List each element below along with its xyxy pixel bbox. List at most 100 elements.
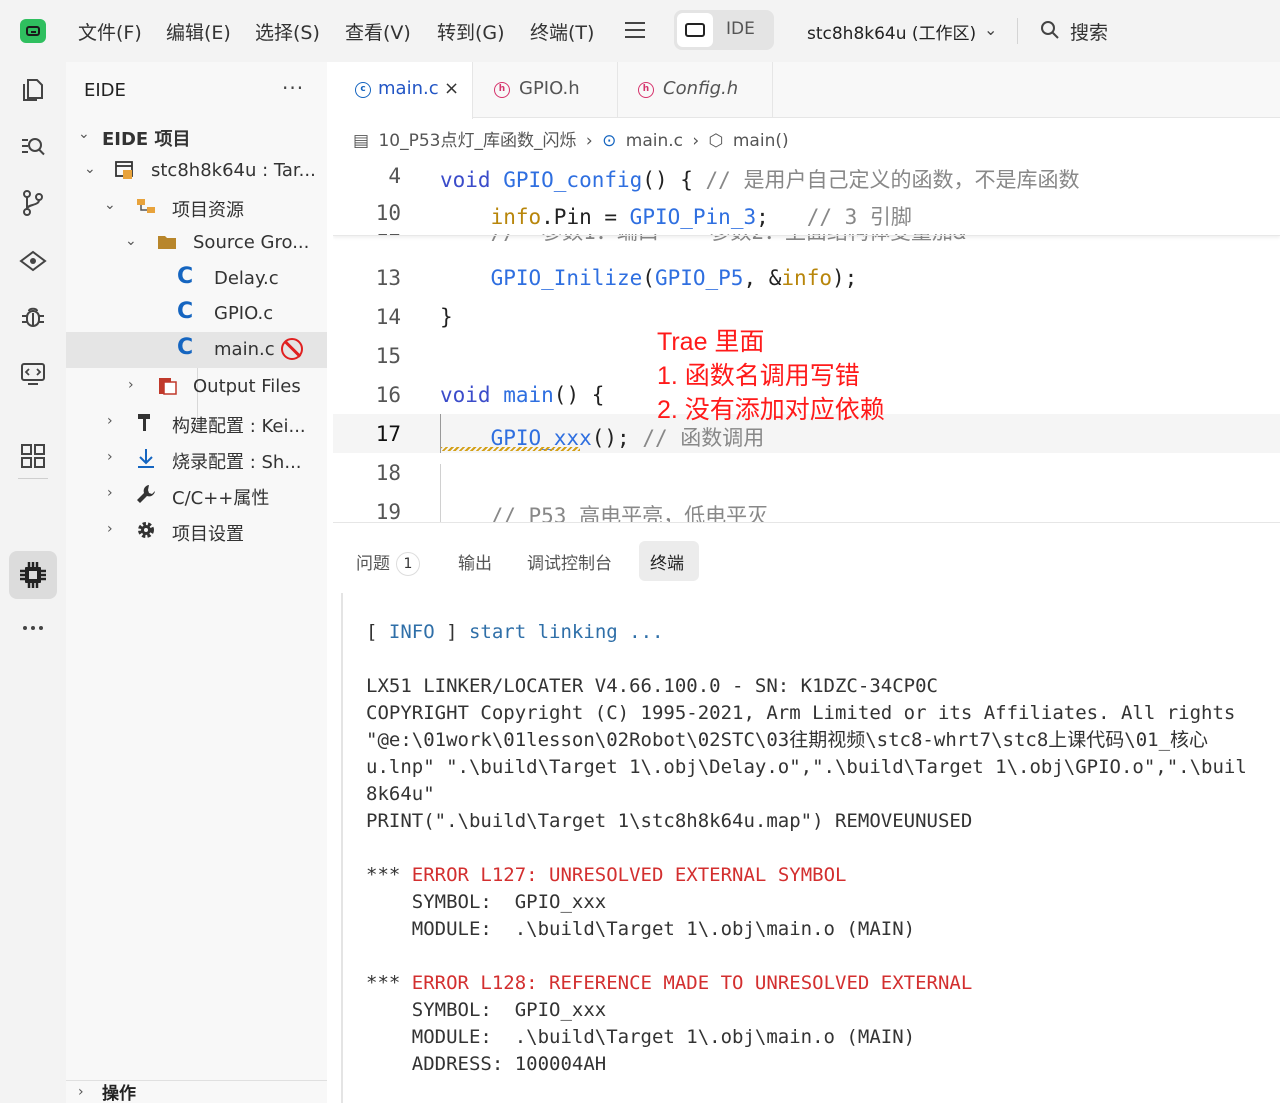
tree-file-gpio-c[interactable]: C GPIO.c: [66, 296, 327, 332]
tree-flash-config[interactable]: › 烧录配置 : Sh...: [66, 441, 327, 477]
chevron-right-icon[interactable]: ›: [128, 377, 134, 393]
tree-build-config[interactable]: › 构建配置 : Kei...: [66, 405, 327, 441]
title-bar: 文件(F) 编辑(E) 选择(S) 查看(V) 转到(G) 终端(T) IDE …: [0, 0, 1280, 62]
debug-bug-icon[interactable]: [19, 303, 47, 331]
tree-source-group[interactable]: ⌄ Source Gro...: [66, 225, 327, 261]
code-token: GPIO_Inilize: [490, 266, 643, 290]
search-panel-icon[interactable]: [19, 132, 47, 160]
code-line[interactable]: 13 GPIO_Inilize(GPIO_P5, &info);: [333, 258, 1280, 297]
code-line[interactable]: 18: [333, 453, 1280, 492]
close-icon[interactable]: ×: [444, 78, 459, 99]
tree-cpp-properties[interactable]: › C/C++属性: [66, 477, 327, 513]
chevron-right-icon[interactable]: ›: [107, 413, 113, 429]
tree-eide-project[interactable]: ⌄ EIDE 项目: [66, 118, 327, 154]
sidebar-title: EIDE: [84, 80, 126, 101]
annotation-line: 2. 没有添加对应依赖: [657, 396, 885, 424]
resources-icon: [137, 199, 155, 213]
menu-goto[interactable]: 转到(G): [437, 18, 505, 45]
c-file-icon: C: [177, 264, 194, 289]
chevron-right-icon[interactable]: ›: [107, 521, 113, 537]
code-token: .Pin =: [541, 205, 630, 229]
code-text: }: [440, 305, 453, 329]
code-line[interactable]: 4 void GPIO_config() { // 是用户自己定义的函数，不是库函…: [333, 158, 1280, 195]
tree-label: 烧录配置 : Sh...: [172, 452, 302, 473]
code-text: void GPIO_config() { // 是用户自己定义的函数，不是库函数: [440, 164, 1079, 194]
hamburger-menu-icon[interactable]: [625, 22, 645, 38]
code-token: , &: [743, 266, 782, 290]
code-text: info.Pin = GPIO_Pin_3; // 3 引脚: [440, 201, 912, 231]
chevron-down-icon[interactable]: ⌄: [78, 126, 90, 142]
tree-label: GPIO.c: [214, 303, 274, 324]
indent-guide: [440, 414, 441, 453]
tab-output[interactable]: 输出: [458, 549, 492, 574]
tree-label: 项目设置: [172, 524, 244, 545]
tab-config-h[interactable]: h Config.h: [618, 62, 773, 118]
breadcrumb-symbol[interactable]: main(): [733, 131, 789, 151]
extensions-eye-icon[interactable]: [19, 247, 47, 275]
tree-file-delay-c[interactable]: C Delay.c: [66, 261, 327, 297]
chevron-down-icon[interactable]: ⌄: [984, 20, 997, 39]
chevron-right-icon[interactable]: ›: [107, 449, 113, 465]
chat-mode-icon[interactable]: [677, 13, 713, 47]
tree-label: main.c: [214, 339, 275, 360]
tab-gpio-h[interactable]: h GPIO.h: [473, 62, 618, 118]
chevron-right-icon[interactable]: ›: [107, 485, 113, 501]
code-token: GPIO_Pin_3: [629, 205, 757, 229]
more-icon[interactable]: ···: [282, 76, 304, 100]
tree-label: Source Gro...: [193, 232, 310, 253]
search-icon[interactable]: [1040, 20, 1060, 40]
tree-project-resources[interactable]: ⌄ 项目资源: [66, 189, 327, 225]
search-button[interactable]: 搜索: [1070, 18, 1108, 45]
code-text: // P53 高电平亮，低电平灭: [440, 500, 769, 522]
grid-apps-icon[interactable]: [19, 442, 47, 470]
menu-terminal[interactable]: 终端(T): [530, 18, 594, 45]
breadcrumb-file[interactable]: main.c: [626, 131, 683, 151]
tab-debug-console[interactable]: 调试控制台: [527, 549, 612, 574]
warning-squiggle: [440, 447, 580, 451]
code-line[interactable]: 10 info.Pin = GPIO_Pin_3; // 3 引脚: [333, 193, 1280, 232]
tree-label: 构建配置 : Kei...: [172, 416, 306, 437]
chip-eide-icon[interactable]: [19, 561, 47, 589]
ide-mode-label[interactable]: IDE: [726, 19, 755, 39]
terminal-token: [: [366, 621, 389, 643]
tree-output-files[interactable]: › Output Files: [66, 369, 327, 405]
terminal-line: COPYRIGHT Copyright (C) 1995-2021, Arm L…: [366, 700, 1280, 727]
chevron-down-icon[interactable]: ⌄: [104, 197, 116, 213]
terminal-token: ***: [366, 972, 412, 994]
terminal-token: SYMBOL: GPIO_xxx: [366, 891, 607, 913]
remote-monitor-icon[interactable]: [19, 360, 47, 388]
terminal-line: *** ERROR L127: UNRESOLVED EXTERNAL SYMB…: [366, 862, 1280, 889]
terminal-line: "@e:\01work\01lesson\02Robot\02STC\03往期视…: [366, 727, 1280, 754]
mode-toggle[interactable]: IDE: [674, 10, 774, 50]
tab-problems[interactable]: 问题 1: [356, 549, 420, 576]
terminal-token: LX51 LINKER/LOCATER V4.66.100.0 - SN: K1…: [366, 675, 938, 697]
code-token: main: [503, 383, 554, 407]
breadcrumb-separator: ›: [585, 131, 593, 151]
editor-tabs: c main.c × h GPIO.h h Config.h: [333, 62, 1280, 119]
breadcrumb-folder[interactable]: 10_P53点灯_库函数_闪烁: [378, 131, 576, 151]
terminal-line: *** ERROR L128: REFERENCE MADE TO UNRESO…: [366, 970, 1280, 997]
code-token: // 3 引脚: [806, 205, 912, 229]
terminal-output[interactable]: [ INFO ] start linking ... LX51 LINKER/LO…: [366, 619, 1280, 1099]
tree-project-settings[interactable]: › 项目设置: [66, 513, 327, 549]
more-actions-icon[interactable]: [19, 614, 47, 642]
tree-target[interactable]: ⌄ stc8h8k64u : Tar...: [66, 153, 327, 189]
chevron-down-icon[interactable]: ⌄: [125, 233, 137, 249]
workspace-name[interactable]: stc8h8k64u (工作区): [807, 19, 976, 44]
tab-terminal[interactable]: 终端: [650, 549, 684, 574]
code-line[interactable]: 19 // P53 高电平亮，低电平灭: [333, 492, 1280, 522]
tree-label: C/C++属性: [172, 488, 270, 509]
source-control-icon[interactable]: [19, 189, 47, 217]
sidebar-section-actions[interactable]: › 操作: [66, 1080, 327, 1103]
no-entry-icon: [281, 338, 303, 360]
explorer-icon[interactable]: [19, 76, 47, 104]
menu-edit[interactable]: 编辑(E): [166, 18, 231, 45]
menu-file[interactable]: 文件(F): [78, 18, 142, 45]
chevron-right-icon[interactable]: ›: [78, 1084, 84, 1100]
chevron-down-icon[interactable]: ⌄: [84, 161, 96, 177]
tab-main-c[interactable]: c main.c ×: [333, 62, 473, 119]
code-token: () {: [553, 383, 605, 407]
menu-selection[interactable]: 选择(S): [255, 18, 320, 45]
menu-view[interactable]: 查看(V): [345, 18, 411, 45]
